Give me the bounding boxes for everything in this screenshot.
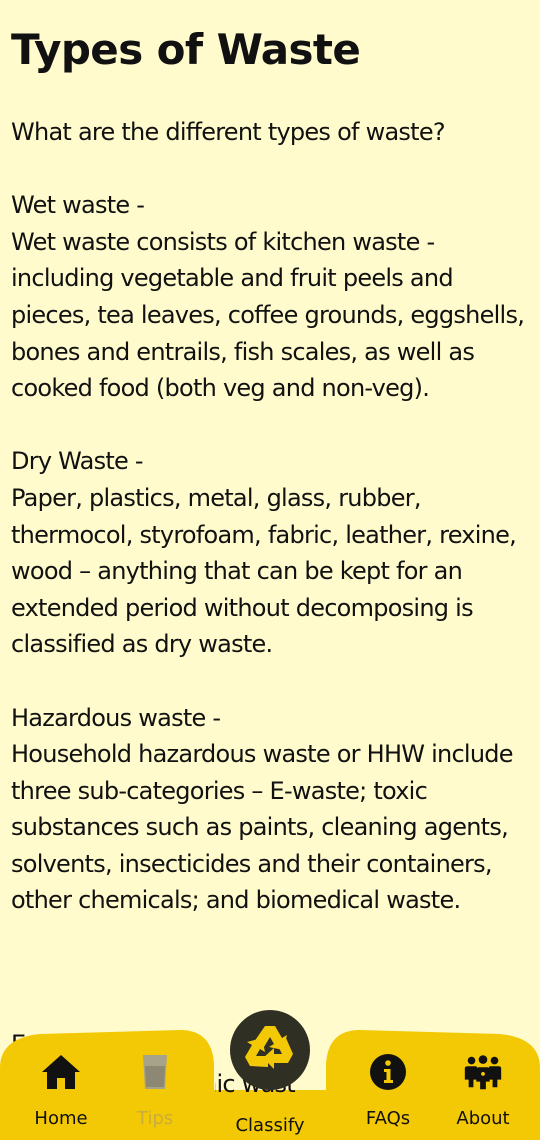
nav-classify[interactable]: Classify — [215, 1000, 325, 1140]
nav-about[interactable]: About — [438, 1050, 528, 1134]
classify-fab[interactable] — [230, 1010, 310, 1090]
nav-tips[interactable]: Tips — [110, 1050, 200, 1134]
hazardous-waste-text: Household hazardous waste or HHW include… — [11, 740, 514, 915]
recycle-icon — [245, 1026, 293, 1069]
home-icon — [39, 1050, 83, 1094]
intro-question: What are the different types of waste? — [11, 118, 446, 146]
nav-about-label: About — [456, 1108, 510, 1129]
wet-waste-heading: Wet waste - — [11, 191, 145, 220]
nav-faqs-label: FAQs — [365, 1108, 411, 1129]
nav-classify-label: Classify — [235, 1115, 305, 1136]
group-icon — [461, 1050, 505, 1094]
glass-icon — [133, 1050, 177, 1094]
article-body: What are the different types of waste? W… — [11, 114, 536, 919]
dry-waste-text: Paper, plastics, metal, glass, rubber, t… — [11, 483, 517, 659]
nav-faqs[interactable]: FAQs — [343, 1050, 433, 1134]
dry-waste-heading: Dry Waste - — [11, 447, 144, 476]
nav-home-label: Home — [34, 1108, 88, 1129]
page-title: Types of Waste — [11, 25, 361, 74]
nav-home[interactable]: Home — [16, 1050, 106, 1134]
hazardous-waste-heading: Hazardous waste - — [11, 703, 221, 732]
content-scroll-area[interactable]: Types of Waste What are the different ty… — [0, 0, 540, 1140]
wet-waste-text: Wet waste consists of kitchen waste - in… — [11, 227, 525, 403]
info-icon — [366, 1050, 410, 1094]
nav-tips-label: Tips — [136, 1108, 174, 1129]
